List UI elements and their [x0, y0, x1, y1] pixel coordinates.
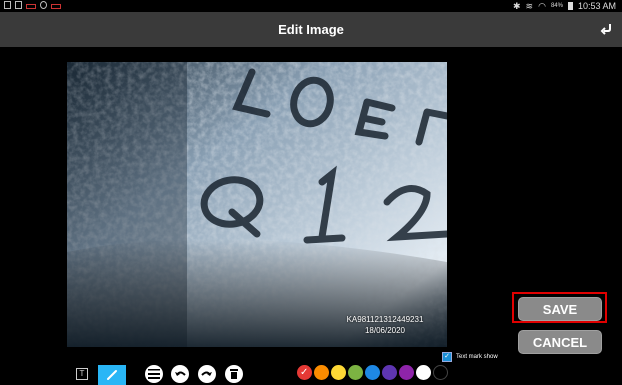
sync-icon [40, 1, 47, 9]
metal-surface-photo [67, 62, 447, 347]
color-swatch-purple[interactable] [399, 365, 414, 380]
image-watermark: KA981121312449231 18/06/2020 [337, 314, 433, 336]
color-swatch-green[interactable] [348, 365, 363, 380]
text-mark-checkbox[interactable]: ✓ [442, 352, 452, 362]
gallery-icon [15, 1, 22, 9]
app-notification-icon-2 [51, 3, 61, 9]
text-mark-toggle[interactable]: ✓ Text mark show [442, 352, 498, 362]
undo-icon[interactable] [171, 365, 189, 383]
color-swatch-yellow[interactable] [331, 365, 346, 380]
screenshot-icon [4, 1, 11, 9]
back-icon[interactable] [600, 22, 614, 36]
clock: 10:53 AM [577, 1, 616, 11]
status-bar: ✱ ≋ ◠ 84% 10:53 AM [0, 0, 622, 12]
color-swatch-red[interactable] [297, 365, 312, 380]
redo-icon[interactable] [198, 365, 216, 383]
title-bar: Edit Image [0, 12, 622, 47]
signal-icon: ≋ [525, 1, 534, 11]
bluetooth-icon: ✱ [513, 1, 521, 11]
wifi-icon: ◠ [538, 1, 546, 11]
battery-percent: 84% [550, 3, 563, 9]
text-tool-icon[interactable]: T [76, 368, 88, 380]
save-button[interactable]: SAVE [518, 297, 602, 321]
edit-image-screen: ✱ ≋ ◠ 84% 10:53 AM Edit Image KA98112131… [0, 0, 622, 385]
color-swatch-white[interactable] [416, 365, 431, 380]
notification-icons [4, 1, 61, 9]
text-mark-label: Text mark show [456, 354, 498, 360]
battery-icon [567, 2, 573, 10]
pen-icon [107, 370, 117, 380]
app-notification-icon [26, 3, 36, 9]
color-swatch-indigo[interactable] [382, 365, 397, 380]
color-swatch-blue[interactable] [365, 365, 380, 380]
drawing-toolbar: T [0, 365, 622, 385]
cancel-button[interactable]: CANCEL [518, 330, 602, 354]
line-width-icon[interactable] [145, 365, 163, 383]
page-title: Edit Image [278, 22, 344, 37]
watermark-date: 18/06/2020 [364, 326, 406, 335]
system-status: ✱ ≋ ◠ 84% 10:53 AM [513, 1, 616, 11]
color-swatch-orange[interactable] [314, 365, 329, 380]
watermark-id: KA981121312449231 [346, 315, 424, 324]
delete-icon[interactable] [225, 365, 243, 383]
color-swatch-black[interactable] [433, 365, 448, 380]
brush-icon[interactable] [98, 365, 126, 385]
edited-image[interactable]: KA981121312449231 18/06/2020 [67, 62, 447, 347]
